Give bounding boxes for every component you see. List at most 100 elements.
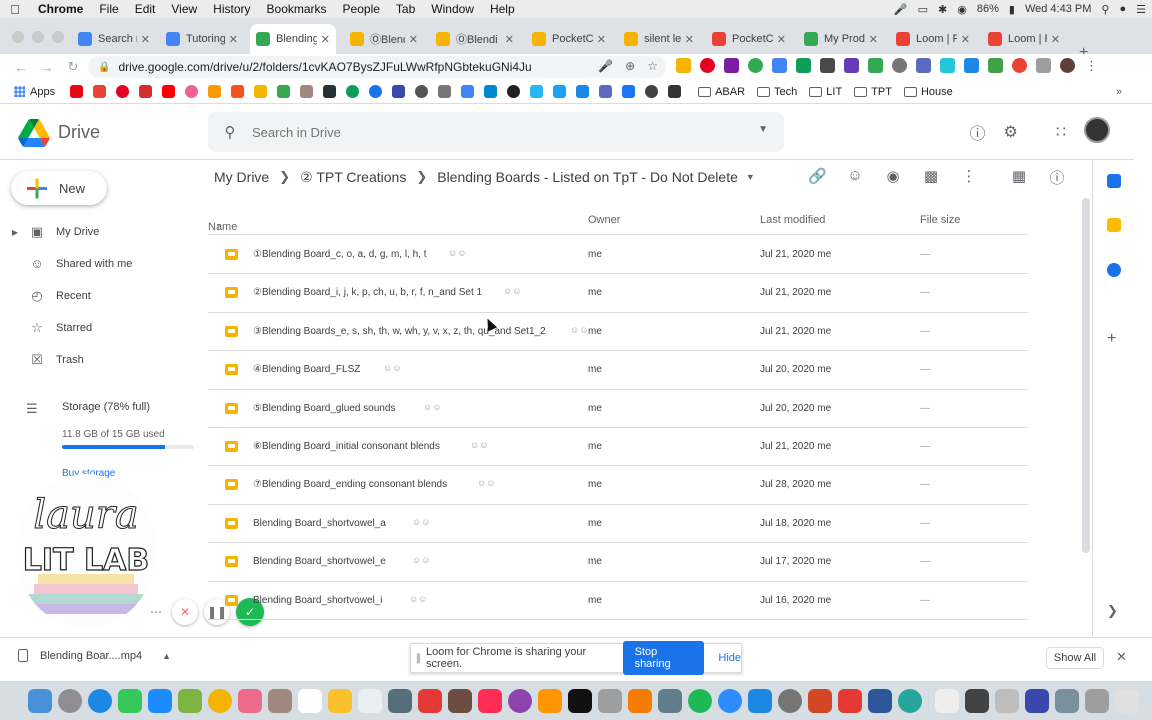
- messages-icon[interactable]: [118, 688, 142, 713]
- keynote-icon[interactable]: [628, 688, 652, 713]
- bookmark-icon[interactable]: [254, 85, 268, 98]
- close-tab-icon[interactable]: ✕: [1051, 33, 1060, 46]
- youtube-icon[interactable]: [162, 85, 176, 98]
- menu-file[interactable]: File: [91, 2, 126, 16]
- close-tab-icon[interactable]: ✕: [777, 33, 786, 46]
- bookmark-icon[interactable]: [461, 85, 475, 98]
- loom-cancel-icon[interactable]: ✕: [172, 599, 198, 625]
- google-apps-icon[interactable]: ∷: [1056, 122, 1066, 142]
- bookmark-icon[interactable]: [576, 85, 590, 98]
- sidebar-item-trash[interactable]: ☒ Trash: [0, 349, 200, 371]
- extension-icon[interactable]: [940, 58, 955, 73]
- spotlight-icon[interactable]: ⚲: [1101, 3, 1109, 16]
- table-row[interactable]: ⑤Blending Board_glued sounds ☺☺ me Jul 20, …: [208, 390, 1028, 428]
- menu-people[interactable]: People: [335, 2, 388, 16]
- info-icon[interactable]: ⓘ: [1048, 167, 1066, 188]
- airplay-icon[interactable]: ▭: [918, 3, 928, 16]
- table-row[interactable]: ②Blending Board_i, j, k, p, ch, u, b, r,…: [208, 274, 1028, 313]
- gmail-icon[interactable]: [93, 85, 107, 98]
- downloads-stack-icon[interactable]: [935, 688, 959, 713]
- bookmark-icon[interactable]: [323, 85, 337, 98]
- contacts-icon[interactable]: [268, 688, 292, 713]
- recent-item-icon[interactable]: [1055, 688, 1079, 713]
- extension-icon[interactable]: [1012, 58, 1027, 73]
- bookmark-folder-lit[interactable]: LIT: [809, 86, 842, 98]
- close-tab-icon[interactable]: ✕: [229, 33, 238, 46]
- add-icon[interactable]: ⊕: [625, 59, 635, 73]
- facebook-icon[interactable]: [622, 85, 636, 98]
- bookmark-icon[interactable]: [277, 85, 291, 98]
- spotify-icon[interactable]: [688, 688, 712, 713]
- extension-icon[interactable]: [820, 58, 835, 73]
- recent-item-icon[interactable]: [965, 688, 989, 713]
- close-tab-icon[interactable]: ✕: [321, 33, 330, 46]
- storage-label[interactable]: Storage (78% full): [62, 401, 150, 413]
- stop-sharing-button[interactable]: Stop sharing: [622, 641, 705, 675]
- bluetooth-icon[interactable]: ✱: [938, 3, 947, 16]
- bookmark-folder-house[interactable]: House: [903, 86, 953, 98]
- tasks-icon[interactable]: [1107, 263, 1121, 277]
- siri-icon[interactable]: ●: [1119, 3, 1126, 15]
- close-tab-icon[interactable]: ✕: [685, 33, 694, 46]
- wifi-icon[interactable]: ◉: [957, 3, 967, 16]
- close-tab-icon[interactable]: ✕: [869, 33, 878, 46]
- tab-8[interactable]: My Prod ✕: [798, 24, 884, 54]
- trash-icon[interactable]: ▩: [922, 167, 940, 188]
- tab-10[interactable]: Loom | F ✕: [982, 24, 1066, 54]
- pinterest-icon[interactable]: [116, 85, 130, 98]
- notification-center-icon[interactable]: ☰: [1136, 3, 1146, 16]
- amazon-icon[interactable]: [208, 85, 222, 98]
- menu-view[interactable]: View: [163, 2, 205, 16]
- close-tab-icon[interactable]: ✕: [141, 33, 150, 46]
- share-icon[interactable]: ☺: [846, 167, 864, 188]
- forward-button[interactable]: →: [34, 60, 60, 75]
- facetime-icon[interactable]: [448, 688, 472, 713]
- hide-button[interactable]: Hide: [718, 652, 741, 664]
- tab-6[interactable]: silent le ✕: [618, 24, 700, 54]
- tab-3[interactable]: ⓄBlendi ✕: [344, 24, 424, 54]
- bookmark-icon[interactable]: [231, 85, 245, 98]
- reload-button[interactable]: ↻: [60, 59, 86, 75]
- table-row[interactable]: ⑥Blending Board_initial consonant blends…: [208, 428, 1028, 467]
- photo-booth-app-icon[interactable]: [418, 688, 442, 713]
- extension-icon[interactable]: [868, 58, 883, 73]
- column-owner[interactable]: Owner: [588, 214, 620, 226]
- tab-2[interactable]: Blending ✕: [250, 24, 336, 54]
- help-icon[interactable]: ⓘ: [969, 120, 985, 144]
- more-actions-icon[interactable]: ⋮: [960, 167, 978, 188]
- table-row[interactable]: Blending Board_shortvowel_e ☺☺ me Jul 17, 2…: [208, 543, 1028, 582]
- bookmark-icon[interactable]: [484, 85, 498, 98]
- battery-icon[interactable]: ▮: [1009, 3, 1015, 16]
- zoom-window-button[interactable]: [52, 31, 64, 43]
- extension-icon[interactable]: [724, 58, 739, 73]
- bookmark-icon[interactable]: [392, 85, 406, 98]
- bookmark-folder-abar[interactable]: ABAR: [698, 86, 745, 98]
- menu-app[interactable]: Chrome: [30, 2, 91, 16]
- grammarly-icon[interactable]: [748, 58, 763, 73]
- search-options-icon[interactable]: ▼: [758, 124, 768, 135]
- microphone-icon[interactable]: 🎤: [894, 3, 908, 16]
- close-tab-icon[interactable]: ✕: [505, 33, 514, 46]
- mail-icon[interactable]: [148, 688, 172, 713]
- extension-icon[interactable]: [892, 58, 907, 73]
- sidebar-item-my-drive[interactable]: ▶ ▣ My Drive: [0, 221, 200, 243]
- download-item[interactable]: Blending Boar....mp4 ▲: [18, 649, 171, 662]
- chrome-icon[interactable]: [208, 688, 232, 713]
- table-row[interactable]: ③Blending Boards_e, s, sh, th, w, wh, y,…: [208, 313, 1028, 352]
- preview-icon[interactable]: [658, 688, 682, 713]
- extension-icon[interactable]: [676, 58, 691, 73]
- netflix-icon[interactable]: [70, 85, 84, 98]
- url-text[interactable]: drive.google.com/drive/u/2/folders/1cvKA…: [118, 60, 531, 74]
- system-preferences-icon[interactable]: [778, 688, 802, 713]
- acrobat-icon[interactable]: [838, 688, 862, 713]
- bookmark-icon[interactable]: [369, 85, 383, 98]
- tab-7[interactable]: PocketC ✕: [706, 24, 792, 54]
- extension-icon[interactable]: [796, 58, 811, 73]
- breadcrumb-my-drive[interactable]: My Drive: [214, 169, 269, 185]
- bookmark-icon[interactable]: [507, 85, 521, 98]
- numbers-icon[interactable]: [598, 688, 622, 713]
- back-button[interactable]: ←: [8, 60, 34, 75]
- extensions-puzzle-icon[interactable]: [1036, 58, 1051, 73]
- microphone-icon[interactable]: 🎤: [598, 59, 613, 73]
- apple-icon[interactable]: : [0, 2, 30, 17]
